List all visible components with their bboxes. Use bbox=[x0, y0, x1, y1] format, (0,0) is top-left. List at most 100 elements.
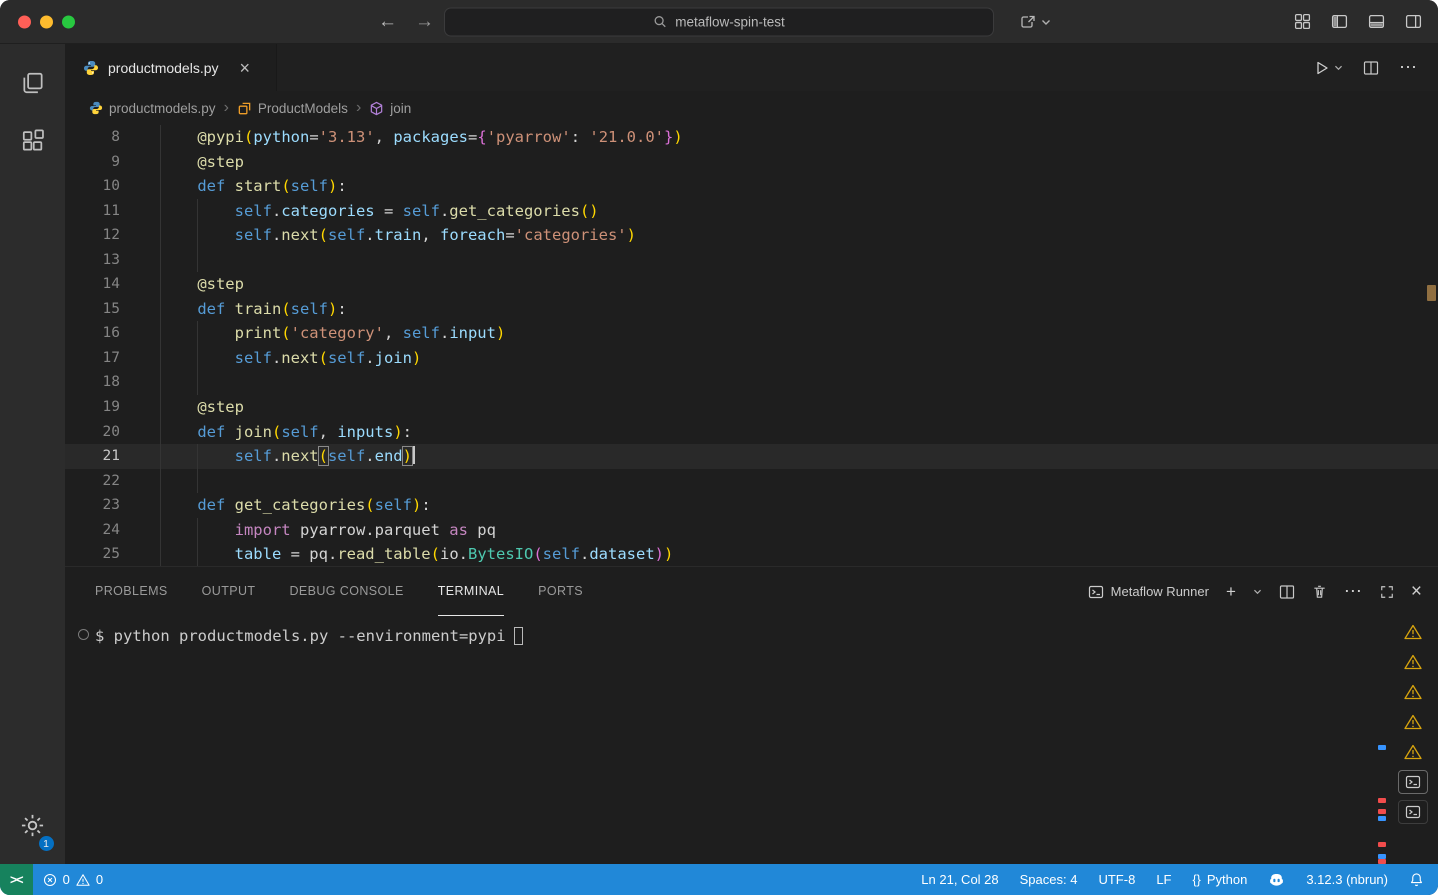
code-token: 'categories' bbox=[515, 226, 627, 244]
chevron-down-icon[interactable] bbox=[1041, 18, 1051, 26]
code-line[interactable]: 24import pyarrow.parquet as pq bbox=[65, 518, 1438, 543]
code-line[interactable]: 16print('category', self.input) bbox=[65, 321, 1438, 346]
code-line[interactable]: 19@step bbox=[65, 395, 1438, 420]
indent-guide bbox=[160, 223, 197, 248]
window-controls bbox=[18, 15, 75, 28]
zoom-window-button[interactable] bbox=[62, 15, 75, 28]
code-line[interactable]: 17self.next(self.join) bbox=[65, 346, 1438, 371]
code-line[interactable]: 9@step bbox=[65, 150, 1438, 175]
panel-tab-output[interactable]: OUTPUT bbox=[202, 567, 256, 616]
code-line[interactable]: 12self.next(self.train, foreach='categor… bbox=[65, 223, 1438, 248]
bell-icon[interactable] bbox=[1409, 872, 1424, 887]
close-window-button[interactable] bbox=[18, 15, 31, 28]
code-token: dataset bbox=[589, 545, 654, 563]
breadcrumb-class[interactable]: ProductModels bbox=[237, 101, 348, 116]
terminal-warning-tab[interactable] bbox=[1398, 710, 1428, 734]
problems-summary[interactable]: 0 0 bbox=[43, 872, 103, 887]
maximize-panel-icon[interactable] bbox=[1380, 585, 1394, 599]
code-line[interactable]: 10def start(self): bbox=[65, 174, 1438, 199]
panel-header: PROBLEMS OUTPUT DEBUG CONSOLE TERMINAL PORTS… bbox=[65, 567, 1438, 616]
explorer-icon[interactable] bbox=[9, 60, 57, 106]
tab-close-icon[interactable]: × bbox=[240, 59, 251, 77]
language-mode[interactable]: {} Python bbox=[1192, 872, 1247, 887]
code-line[interactable]: 8@pypi(python='3.13', packages={'pyarrow… bbox=[65, 125, 1438, 150]
toggle-sidebar-icon[interactable] bbox=[1331, 13, 1348, 30]
code-token: @step bbox=[197, 398, 244, 416]
code-token: ( bbox=[580, 202, 589, 220]
code-line[interactable]: 13 bbox=[65, 248, 1438, 273]
code-line[interactable]: 18 bbox=[65, 370, 1438, 395]
terminal-warning-tab[interactable] bbox=[1398, 680, 1428, 704]
vscode-window: ← → metaflow-spin-test bbox=[0, 0, 1438, 895]
breadcrumb-file[interactable]: productmodels.py bbox=[89, 101, 216, 116]
code-line[interactable]: 20def join(self, inputs): bbox=[65, 420, 1438, 445]
more-actions-icon[interactable]: ⋯ bbox=[1399, 57, 1418, 78]
indentation[interactable]: Spaces: 4 bbox=[1020, 872, 1078, 887]
panel-tab-problems[interactable]: PROBLEMS bbox=[95, 567, 168, 616]
editor-scrollbar[interactable] bbox=[1424, 125, 1438, 566]
code-token: as bbox=[440, 521, 477, 539]
code-line[interactable]: 23def get_categories(self): bbox=[65, 493, 1438, 518]
code-line[interactable]: 22 bbox=[65, 469, 1438, 494]
breadcrumb-symbol[interactable]: join bbox=[369, 101, 411, 116]
code-editor[interactable]: 8@pypi(python='3.13', packages={'pyarrow… bbox=[65, 125, 1438, 566]
command-center-search[interactable]: metaflow-spin-test bbox=[444, 7, 994, 36]
code-line[interactable]: 14@step bbox=[65, 272, 1438, 297]
panel-tab-ports[interactable]: PORTS bbox=[538, 567, 583, 616]
command-decoration-icon[interactable] bbox=[78, 629, 89, 640]
code-token: = bbox=[468, 128, 477, 146]
remote-indicator[interactable]: >< bbox=[0, 864, 33, 895]
split-editor-icon[interactable] bbox=[1363, 60, 1379, 76]
warning-icon bbox=[76, 873, 90, 887]
indent-guide bbox=[160, 150, 197, 175]
editor-tab[interactable]: productmodels.py × bbox=[65, 44, 277, 91]
eol-sequence[interactable]: LF bbox=[1156, 872, 1171, 887]
kill-terminal-icon[interactable] bbox=[1312, 584, 1327, 599]
back-icon[interactable]: ← bbox=[378, 11, 397, 33]
line-number: 10 bbox=[65, 174, 120, 199]
line-number: 13 bbox=[65, 248, 120, 273]
terminal-warning-tab[interactable] bbox=[1398, 620, 1428, 644]
settings-gear-icon[interactable]: 1 bbox=[9, 802, 57, 848]
python-interpreter[interactable]: 3.12.3 (nbrun) bbox=[1306, 872, 1388, 887]
extensions-icon[interactable] bbox=[9, 118, 57, 164]
code-token: self bbox=[403, 324, 440, 342]
code-token: : bbox=[337, 300, 346, 318]
code-line[interactable]: 11self.categories = self.get_categories(… bbox=[65, 199, 1438, 224]
minimize-window-button[interactable] bbox=[40, 15, 53, 28]
toggle-panel-icon[interactable] bbox=[1368, 13, 1385, 30]
copilot-icon[interactable] bbox=[1268, 871, 1285, 888]
panel-more-actions-icon[interactable]: ⋯ bbox=[1344, 581, 1363, 602]
indent-guide bbox=[160, 518, 197, 543]
terminal[interactable]: $ python productmodels.py --environment=… bbox=[65, 616, 1438, 864]
split-terminal-icon[interactable] bbox=[1279, 584, 1295, 600]
panel-tab-debug-console[interactable]: DEBUG CONSOLE bbox=[289, 567, 403, 616]
code-line[interactable]: 15def train(self): bbox=[65, 297, 1438, 322]
terminal-dropdown-chevron-icon[interactable] bbox=[1253, 588, 1262, 595]
code-token: ( bbox=[319, 226, 328, 244]
customize-layout-icon[interactable] bbox=[1294, 13, 1311, 30]
terminal-session[interactable]: Metaflow Runner bbox=[1088, 584, 1209, 600]
terminal-warning-tab[interactable] bbox=[1398, 740, 1428, 764]
code-token: BytesIO bbox=[468, 545, 533, 563]
new-window-icon[interactable] bbox=[1020, 14, 1036, 30]
cursor-position[interactable]: Ln 21, Col 28 bbox=[921, 872, 998, 887]
indent-guide bbox=[160, 542, 197, 566]
code-line[interactable]: 25table = pq.read_table(io.BytesIO(self.… bbox=[65, 542, 1438, 566]
toggle-secondary-sidebar-icon[interactable] bbox=[1405, 13, 1422, 30]
panel-tab-terminal[interactable]: TERMINAL bbox=[438, 567, 504, 616]
encoding[interactable]: UTF-8 bbox=[1098, 872, 1135, 887]
terminal-tab[interactable] bbox=[1398, 800, 1428, 824]
new-terminal-icon[interactable]: + bbox=[1226, 582, 1236, 602]
terminal-warning-tab[interactable] bbox=[1398, 650, 1428, 674]
code-token: ) bbox=[393, 423, 402, 441]
code-line[interactable]: 21self.next(self.end) bbox=[65, 444, 1438, 469]
terminal-tab[interactable] bbox=[1398, 770, 1428, 794]
run-python-icon[interactable] bbox=[1314, 60, 1330, 76]
indent-guide bbox=[160, 199, 197, 224]
close-panel-icon[interactable]: × bbox=[1411, 582, 1422, 601]
python-file-icon bbox=[83, 60, 99, 76]
run-dropdown-chevron-icon[interactable] bbox=[1334, 64, 1343, 71]
line-number: 18 bbox=[65, 370, 120, 395]
forward-icon[interactable]: → bbox=[415, 11, 434, 33]
